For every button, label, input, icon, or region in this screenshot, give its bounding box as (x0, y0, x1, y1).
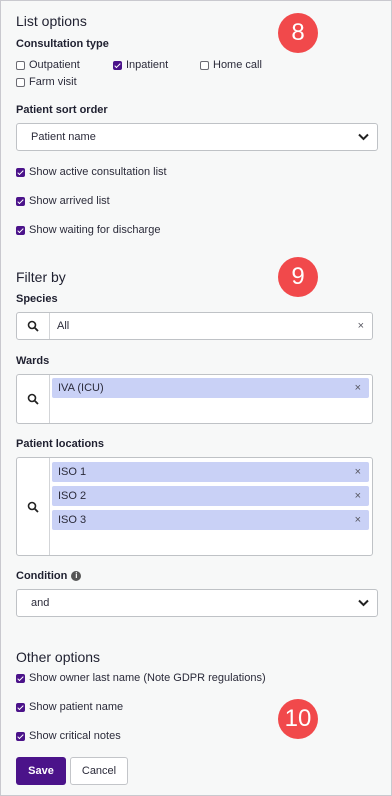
search-button[interactable] (17, 375, 50, 423)
checkbox[interactable] (16, 167, 25, 177)
checkbox[interactable] (16, 60, 25, 70)
condition-label: Condition (16, 570, 68, 582)
checkbox-label: Home call (213, 59, 262, 71)
ward-chip: IVA (ICU) × (52, 378, 369, 398)
checkbox[interactable] (16, 702, 25, 712)
clear-species-icon[interactable]: × (358, 320, 364, 332)
checkbox-label: Show critical notes (29, 730, 121, 742)
chip-label: ISO 2 (58, 490, 87, 502)
chip-label: ISO 1 (58, 466, 87, 478)
other-options-title: Other options (16, 649, 101, 665)
select-value: and (31, 597, 50, 609)
consultation-inpatient-checkbox[interactable]: Inpatient (113, 59, 168, 71)
remove-chip-icon[interactable]: × (355, 514, 361, 526)
remove-chip-icon[interactable]: × (355, 466, 361, 478)
consultation-type-label: Consultation type (16, 38, 109, 50)
patient-sort-order-label: Patient sort order (16, 104, 108, 116)
wards-label: Wards (16, 355, 50, 367)
patient-locations-label: Patient locations (16, 438, 105, 450)
checkbox-label: Farm visit (29, 76, 77, 88)
checkbox[interactable] (200, 60, 209, 70)
show-arrived-list-checkbox[interactable]: Show arrived list (16, 195, 110, 207)
checkbox-label: Show owner last name (Note GDPR regulati… (29, 672, 266, 684)
step-badge-8: 8 (278, 13, 318, 53)
consultation-outpatient-checkbox[interactable]: Outpatient (16, 59, 80, 71)
search-icon (27, 501, 39, 513)
info-icon[interactable]: i (71, 571, 82, 581)
chip-label: IVA (ICU) (58, 382, 104, 394)
checkbox[interactable] (16, 77, 25, 87)
checkbox[interactable] (113, 60, 122, 70)
chevron-down-icon (358, 599, 369, 607)
condition-select[interactable]: and (16, 589, 378, 617)
step-badge-10: 10 (278, 699, 318, 739)
remove-chip-icon[interactable]: × (355, 382, 361, 394)
save-button[interactable]: Save (16, 757, 66, 785)
remove-chip-icon[interactable]: × (355, 490, 361, 502)
species-field[interactable]: All × (16, 312, 373, 340)
checkbox[interactable] (16, 673, 25, 683)
search-button[interactable] (17, 313, 50, 339)
condition-label-row: Condition i (16, 570, 82, 582)
checkbox-label: Inpatient (126, 59, 169, 71)
consultation-home-call-checkbox[interactable]: Home call (200, 59, 262, 71)
cancel-button[interactable]: Cancel (70, 757, 128, 785)
show-patient-name-checkbox[interactable]: Show patient name (16, 701, 123, 713)
select-value: Patient name (31, 131, 96, 143)
location-chip: ISO 1 × (52, 462, 369, 482)
search-icon (27, 320, 39, 332)
patient-locations-field[interactable]: ISO 1 × ISO 2 × ISO 3 × (16, 457, 373, 556)
location-chip: ISO 2 × (52, 486, 369, 506)
show-active-consultation-checkbox[interactable]: Show active consultation list (16, 166, 167, 178)
patient-sort-order-select[interactable]: Patient name (16, 123, 378, 151)
species-label: Species (16, 293, 58, 305)
chevron-down-icon (358, 133, 369, 141)
show-owner-last-name-checkbox[interactable]: Show owner last name (Note GDPR regulati… (16, 672, 266, 684)
chip-label: ISO 3 (58, 514, 87, 526)
checkbox[interactable] (16, 225, 25, 235)
show-waiting-discharge-checkbox[interactable]: Show waiting for discharge (16, 224, 160, 236)
checkbox-label: Show arrived list (29, 195, 110, 207)
checkbox[interactable] (16, 731, 25, 741)
search-button[interactable] (17, 458, 50, 555)
checkbox-label: Show patient name (29, 701, 124, 713)
checkbox-label: Outpatient (29, 59, 80, 71)
species-value: All (57, 320, 70, 332)
step-badge-9: 9 (278, 257, 318, 297)
checkbox-label: Show active consultation list (29, 166, 167, 178)
consultation-farm-visit-checkbox[interactable]: Farm visit (16, 76, 77, 88)
show-critical-notes-checkbox[interactable]: Show critical notes (16, 730, 121, 742)
filter-by-title: Filter by (16, 269, 66, 285)
search-icon (27, 393, 39, 405)
checkbox-label: Show waiting for discharge (29, 224, 161, 236)
settings-panel: List options 8 Consultation type Outpati… (0, 0, 392, 796)
list-options-title: List options (16, 13, 87, 29)
location-chip: ISO 3 × (52, 510, 369, 530)
checkbox[interactable] (16, 196, 25, 206)
wards-field[interactable]: IVA (ICU) × (16, 374, 373, 424)
